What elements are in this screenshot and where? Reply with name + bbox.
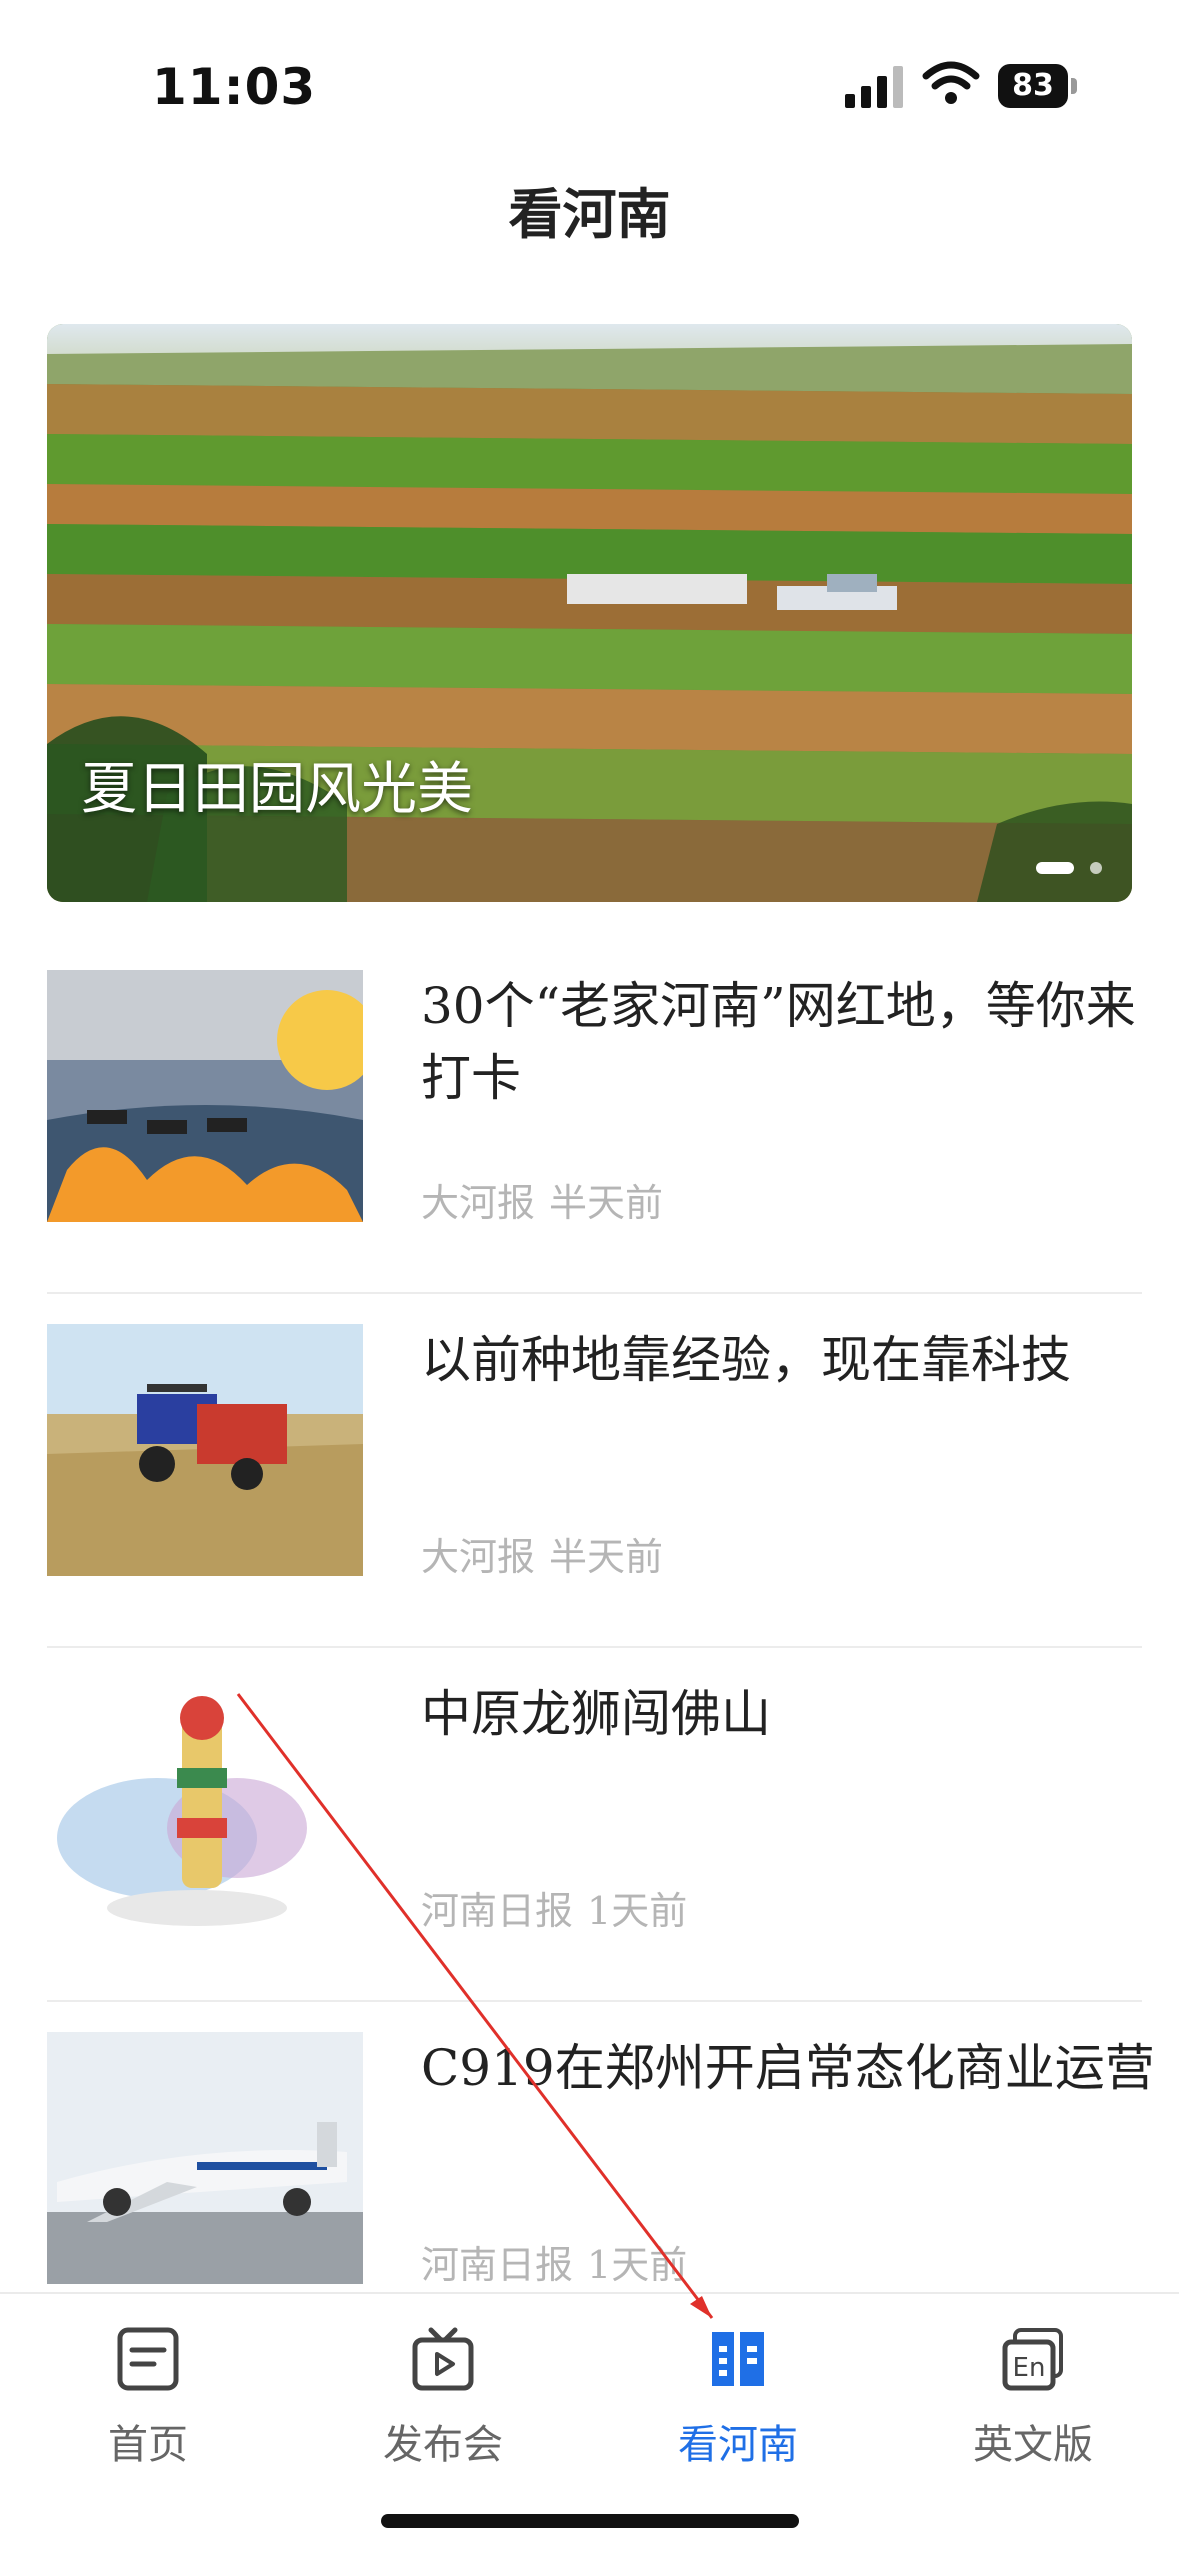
- banner-carousel[interactable]: 夏日田园风光美: [47, 324, 1132, 902]
- tv-icon: [412, 2327, 474, 2391]
- tab-label: 发布会: [383, 2422, 503, 2468]
- news-meta: 大河报 半天前: [421, 1172, 663, 1227]
- svg-text:En: En: [1013, 2353, 1046, 2383]
- tab-press-conference[interactable]: 发布会: [343, 2316, 543, 2468]
- carousel-dot: [1090, 862, 1102, 874]
- news-thumbnail: [47, 1324, 363, 1576]
- news-time: 1天前: [587, 1889, 688, 1933]
- wifi-icon: [922, 61, 980, 104]
- status-time: 11:03: [152, 58, 317, 116]
- document-icon: [117, 2327, 179, 2391]
- news-source: 大河报: [421, 1535, 536, 1579]
- battery-icon: 83: [998, 64, 1078, 108]
- home-indicator: [381, 2514, 799, 2528]
- news-item[interactable]: 中原龙狮闯佛山 河南日报 1天前: [47, 1648, 1142, 2002]
- news-meta: 河南日报 1天前: [421, 1880, 687, 1935]
- tab-home[interactable]: 首页: [48, 2316, 248, 2468]
- news-time: 1天前: [587, 2243, 688, 2287]
- news-meta: 大河报 半天前: [421, 1526, 663, 1581]
- news-source: 大河报: [421, 1181, 536, 1225]
- news-source: 河南日报: [421, 2243, 574, 2287]
- page-title: 看河南: [508, 182, 671, 246]
- news-thumbnail: [47, 2032, 363, 2284]
- book-icon: [712, 2332, 764, 2386]
- tab-label: 首页: [108, 2422, 188, 2468]
- banner-caption: 夏日田园风光美: [81, 757, 473, 822]
- status-bar: 11:03 83: [0, 0, 1179, 150]
- news-item[interactable]: 30个“老家河南”网红地，等你来打卡 大河报 半天前: [47, 940, 1142, 1294]
- news-thumbnail: [47, 970, 363, 1222]
- tab-label: 看河南: [678, 2422, 798, 2468]
- news-title: 30个“老家河南”网红地，等你来打卡: [421, 977, 1136, 1107]
- news-title: C919在郑州开启常态化商业运营: [421, 2039, 1155, 2097]
- carousel-dot-active: [1036, 862, 1074, 874]
- tab-henan[interactable]: 看河南: [638, 2316, 838, 2468]
- news-title: 以前种地靠经验，现在靠科技: [421, 1331, 1071, 1389]
- signal-icon: [845, 66, 903, 108]
- battery-level: 83: [1012, 68, 1054, 103]
- news-thumbnail: [47, 1678, 363, 1930]
- tab-english[interactable]: En 英文版: [933, 2316, 1133, 2468]
- news-title: 中原龙狮闯佛山: [421, 1685, 771, 1743]
- news-time: 半天前: [549, 1181, 664, 1225]
- news-source: 河南日报: [421, 1889, 574, 1933]
- news-meta: 河南日报 1天前: [421, 2234, 687, 2289]
- en-icon: En: [1002, 2328, 1063, 2391]
- news-time: 半天前: [549, 1535, 664, 1579]
- tab-label: 英文版: [973, 2422, 1093, 2468]
- news-item[interactable]: 以前种地靠经验，现在靠科技 大河报 半天前: [47, 1294, 1142, 1648]
